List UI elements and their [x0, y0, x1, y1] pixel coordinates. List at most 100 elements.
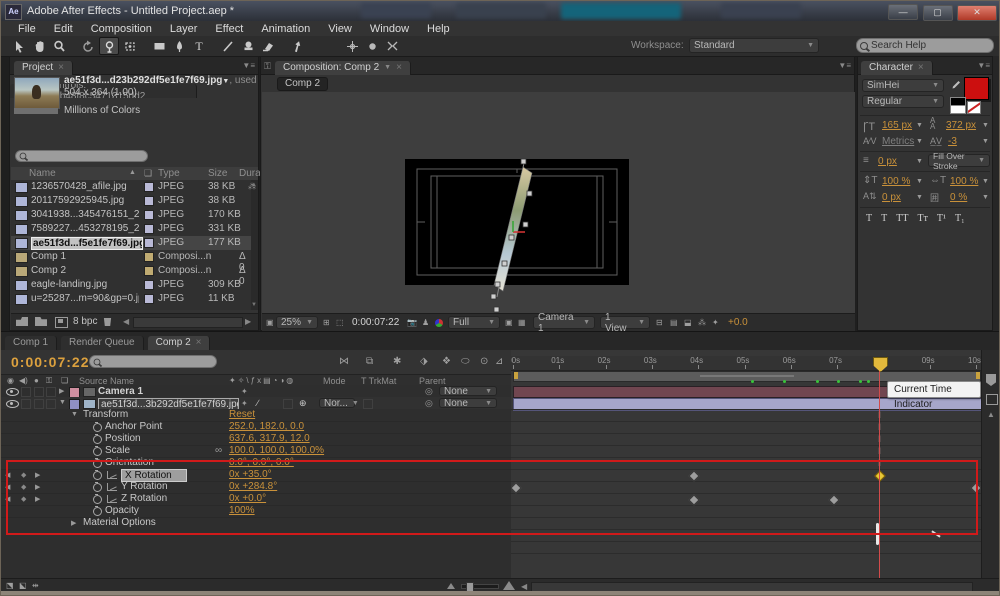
label-color-chip[interactable] — [144, 210, 154, 220]
hand-tool[interactable] — [30, 38, 48, 54]
tab-composition[interactable]: Composition: Comp 2 ▼ × — [275, 61, 411, 75]
layer-name[interactable]: Camera 1 — [98, 386, 143, 397]
stopwatch-icon[interactable] — [93, 447, 102, 456]
trash-icon[interactable] — [103, 316, 112, 326]
view-layout-dropdown[interactable]: 1 View▼ — [600, 316, 650, 329]
comp-breadcrumb[interactable]: Comp 2 — [277, 77, 328, 91]
chevron-down-icon[interactable]: ▼ — [916, 122, 923, 129]
chevron-down-icon[interactable]: ▼ — [916, 138, 923, 145]
bit-depth-label[interactable]: 8 bpc — [73, 316, 97, 327]
motion-blur-icon[interactable]: ❖ — [442, 356, 451, 367]
close-button[interactable]: ✕ — [957, 5, 997, 21]
panel-menu-icon[interactable]: ▼≡ — [977, 61, 990, 70]
always-preview-icon[interactable]: ▣ — [266, 318, 274, 327]
tab-close-icon[interactable]: × — [58, 62, 64, 73]
column-type[interactable]: Type — [158, 168, 180, 179]
view-axis-mode[interactable] — [383, 38, 401, 54]
new-folder-icon[interactable] — [35, 317, 47, 326]
menu-animation[interactable]: Animation — [252, 23, 319, 35]
grid-guides-icon[interactable]: ⊟ — [656, 318, 663, 327]
hscroll-track[interactable] — [133, 317, 243, 328]
chevron-down-icon[interactable]: ▼ — [982, 122, 989, 129]
brainstorm-icon[interactable]: ⬭ — [461, 356, 470, 367]
3d-layer-switch-icon[interactable]: ⊕ — [299, 398, 307, 409]
group-label[interactable]: Transform — [83, 409, 128, 420]
workspace-dropdown[interactable]: Standard▼ — [689, 38, 819, 53]
pixel-aspect-icon[interactable]: ⁂ — [698, 318, 706, 327]
link-icon[interactable]: ∞ — [215, 445, 222, 456]
visibility-eye-icon[interactable] — [6, 388, 19, 396]
project-row[interactable]: eagle-landing.jpgJPEG309 KB — [11, 278, 251, 292]
project-row-name[interactable]: u=25287...m=90&gp=0.jpg — [31, 293, 139, 304]
timeline-tab-comp-1[interactable]: Comp 1 — [5, 336, 57, 350]
resolution-dropdown[interactable]: Full▼ — [448, 316, 500, 329]
layer-switch-box[interactable] — [46, 387, 56, 397]
swap-fill-stroke-swatch[interactable] — [967, 101, 981, 114]
stopwatch-icon[interactable] — [93, 435, 102, 444]
chevron-down-icon[interactable]: ▼ — [982, 194, 989, 201]
label-color-chip[interactable] — [144, 280, 154, 290]
comp-button-icon[interactable] — [986, 394, 998, 405]
chevron-down-icon[interactable]: ▼ — [384, 64, 391, 71]
stopwatch-icon[interactable] — [93, 423, 102, 432]
font-family-dropdown[interactable]: SimHei▼ — [862, 79, 944, 92]
panel-menu-icon[interactable]: ▼≡ — [838, 61, 851, 70]
frame-blending-icon[interactable]: ⬗ — [420, 356, 428, 367]
project-row-name[interactable]: 1236570428_afile.jpg — [31, 181, 127, 192]
mask-shape-tool[interactable] — [150, 38, 168, 54]
selection-tool[interactable] — [10, 38, 28, 54]
minimize-button[interactable]: — — [888, 4, 918, 20]
comp-current-time[interactable]: 0:00:07:22 — [352, 317, 399, 328]
project-row-name[interactable]: 7589227...453278195_2.jpg — [31, 223, 139, 234]
project-search-box[interactable] — [15, 150, 148, 162]
tab-close-icon[interactable]: × — [396, 62, 402, 73]
project-row-name[interactable]: Comp 1 — [31, 251, 66, 262]
parent-dropdown[interactable]: None▼ — [439, 386, 497, 396]
layer-expander-icon[interactable]: ▼ — [59, 399, 66, 406]
panel-lock-icon[interactable]: ⚿ — [264, 61, 271, 72]
fast-previews-icon[interactable]: ✦ — [712, 318, 719, 327]
tab-close-icon[interactable]: × — [918, 62, 924, 73]
project-row[interactable]: Comp 1Composi...nΔ 0 — [11, 250, 251, 264]
column-size[interactable]: Size — [208, 168, 227, 179]
label-color-chip[interactable] — [144, 252, 154, 262]
label-color-chip[interactable] — [144, 182, 154, 192]
safe-guides-icon[interactable]: ⊞ — [323, 318, 330, 327]
layer-3d-plane[interactable] — [405, 139, 629, 315]
property-label[interactable]: Position — [105, 433, 141, 444]
property-value[interactable]: 637.6, 317.9, 12.0 — [229, 433, 310, 444]
mask-visibility-icon[interactable]: ⬚ — [336, 318, 344, 327]
project-row[interactable]: 7589227...453278195_2.jpgJPEG331 KB — [11, 222, 251, 236]
maximize-button[interactable]: ▢ — [923, 5, 953, 21]
layer-switch-box[interactable] — [21, 399, 31, 409]
property-value[interactable]: 100.0, 100.0, 100.0% — [229, 445, 324, 456]
horizontal-scale-value[interactable]: 100 % — [950, 176, 978, 187]
expand-layer-switches-icon[interactable]: ⬔ — [6, 581, 14, 590]
chevron-down-icon[interactable]: ▼ — [916, 158, 923, 165]
label-color-chip[interactable] — [144, 238, 154, 248]
menu-effect[interactable]: Effect — [206, 23, 252, 35]
project-row[interactable]: ae51f3d...f5e1fe7f69.jpgJPEG177 KB — [11, 236, 251, 250]
hide-shy-layers-icon[interactable]: ✱ — [393, 356, 401, 367]
region-of-interest-icon[interactable]: ▣ — [505, 318, 513, 327]
font-size-value[interactable]: 165 px — [882, 120, 912, 131]
property-value[interactable]: Reset — [229, 409, 255, 420]
draft3d-icon[interactable]: ⬓ — [684, 318, 692, 327]
expand-inout-icon[interactable]: ⇹ — [32, 581, 39, 590]
trkmat-box[interactable] — [363, 399, 373, 409]
stroke-width-value[interactable]: 0 px — [878, 156, 897, 167]
timeline-zoom-slider[interactable] — [461, 584, 499, 589]
layer-switch-box[interactable] — [34, 399, 44, 409]
comp-marker-bin-icon[interactable] — [986, 374, 996, 386]
hscroll-right-icon[interactable]: ▶ — [245, 317, 251, 326]
property-label[interactable]: Scale — [105, 445, 130, 456]
zoom-dropdown[interactable]: 25%▼ — [276, 316, 318, 329]
vertical-scale-value[interactable]: 100 % — [882, 176, 910, 187]
zoom-tool[interactable] — [50, 38, 68, 54]
pan-behind-tool[interactable] — [121, 38, 139, 54]
property-label[interactable]: Anchor Point — [105, 421, 162, 432]
parent-dropdown[interactable]: None▼ — [439, 398, 497, 408]
transparency-grid-icon[interactable]: ▦ — [518, 318, 526, 327]
project-row[interactable]: 1236570428_afile.jpgJPEG38 KB — [11, 180, 251, 194]
eyedropper-icon[interactable] — [950, 79, 961, 91]
